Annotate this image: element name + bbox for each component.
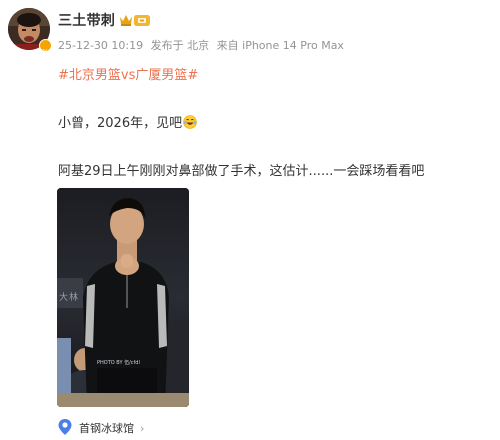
svg-text:大: 大: [59, 291, 68, 303]
location-tag[interactable]: 首钢冰球馆 ›: [57, 418, 144, 438]
post-text-line-1: 小曾，2026年，见吧: [58, 112, 197, 131]
post-timestamp[interactable]: 25-12-30 10:19: [58, 39, 143, 52]
weibo-post: v 三土带刺 25-12-30 10:19 发布于 北京 来自 iPhone 1…: [0, 0, 500, 440]
post-meta: 25-12-30 10:19 发布于 北京 来自 iPhone 14 Pro M…: [58, 37, 348, 53]
crown-vip-icon[interactable]: [119, 13, 151, 27]
photo-watermark: PHOTO BY 伍/cfdl: [97, 359, 140, 366]
post-text-1: 小曾，2026年，见吧: [58, 116, 183, 131]
post-text-line-2: 阿基29日上午刚刚对鼻部做了手术，这估计......一会踩场看看吧: [58, 164, 425, 179]
author-avatar[interactable]: v: [8, 8, 52, 55]
topic-hashtag[interactable]: #北京男篮vs广厦男篮#: [58, 64, 198, 83]
author-name[interactable]: 三土带刺: [58, 10, 115, 30]
map-pin-icon: [57, 418, 73, 439]
post-device: 来自 iPhone 14 Pro Max: [216, 39, 344, 52]
post-location-origin: 发布于 北京: [150, 39, 210, 52]
chevron-right-icon: ›: [140, 421, 145, 435]
laughing-tears-emoji-icon: [183, 114, 197, 129]
post-photo[interactable]: 大 林 PHOTO BY 伍/cfdl: [57, 188, 189, 407]
svg-text:林: 林: [69, 291, 78, 303]
author-header: 三土带刺: [58, 10, 151, 30]
svg-text:v: v: [43, 47, 47, 55]
verified-badge-icon: v: [39, 39, 52, 55]
location-name[interactable]: 首钢冰球馆: [79, 420, 134, 436]
